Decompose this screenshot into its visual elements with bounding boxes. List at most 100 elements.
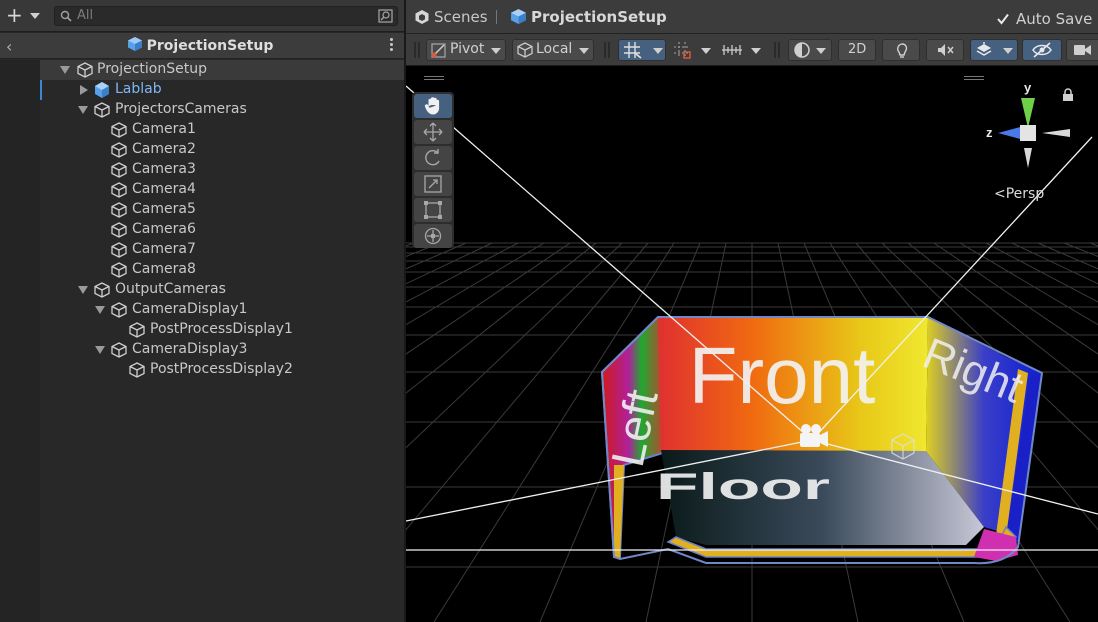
audio-toggle[interactable]	[926, 39, 964, 61]
move-arrows-icon	[423, 122, 443, 142]
tree-item-label: Camera5	[132, 201, 196, 217]
toolbar-grip[interactable]	[414, 42, 420, 58]
tree-item-camera3[interactable]: Camera3	[40, 160, 404, 180]
tree-item-label: Camera3	[132, 161, 196, 177]
layers-effects-icon	[976, 42, 992, 56]
chevron-down-icon	[1003, 48, 1013, 54]
toolbar-grip[interactable]	[774, 42, 780, 58]
local-space-icon	[517, 42, 533, 58]
tree-item-camera4[interactable]: Camera4	[40, 180, 404, 200]
neg-y-axis-cone[interactable]	[1024, 148, 1032, 168]
tools-overlay-handle[interactable]	[424, 76, 444, 80]
pivot-label: Pivot	[450, 41, 485, 57]
tree-item-cameradisplay3[interactable]: CameraDisplay3	[40, 340, 404, 360]
hierarchy-search-input[interactable]: All	[54, 6, 398, 26]
rotate-icon	[425, 149, 440, 166]
tree-item-lablab[interactable]: Lablab	[40, 80, 404, 100]
more-options-icon[interactable]	[390, 38, 394, 53]
gameobject-icon	[94, 282, 110, 298]
increment-snap-toggle[interactable]	[670, 39, 714, 61]
orientation-gizmo[interactable]: y z	[984, 78, 1094, 178]
expand-arrow-icon[interactable]	[80, 85, 88, 95]
tree-item-label: Lablab	[115, 81, 162, 97]
tree-item-postprocessdisplay1[interactable]: PostProcessDisplay1	[40, 320, 404, 340]
ruler-toggle[interactable]	[718, 39, 764, 61]
gameobject-icon	[111, 202, 127, 218]
z-axis-label: z	[986, 125, 993, 140]
search-icon	[60, 10, 72, 22]
unity-scene-icon	[415, 10, 429, 24]
tab-projectionsetup[interactable]: ProjectionSetup	[510, 8, 667, 26]
gameobject-icon	[129, 362, 145, 378]
rotate-tool-button[interactable]	[414, 146, 452, 170]
scene-tab-bar: Scenes ProjectionSetup Auto Save	[406, 0, 1098, 34]
gizmo-center-cube[interactable]	[1020, 125, 1036, 141]
scale-icon	[424, 175, 442, 193]
prefab-cube-icon	[95, 82, 109, 98]
local-dropdown[interactable]: Local	[512, 39, 594, 61]
camera-settings-dropdown[interactable]	[1066, 39, 1098, 61]
tree-item-camera7[interactable]: Camera7	[40, 240, 404, 260]
tree-item-label: Camera7	[132, 241, 196, 257]
tree-item-cameradisplay1[interactable]: CameraDisplay1	[40, 300, 404, 320]
move-tool-button[interactable]	[414, 120, 452, 144]
search-by-type-icon[interactable]	[378, 9, 394, 23]
shading-mode-dropdown[interactable]	[788, 39, 832, 61]
tree-item-camera6[interactable]: Camera6	[40, 220, 404, 240]
view-tool-button[interactable]	[414, 94, 452, 118]
local-label: Local	[536, 41, 573, 57]
auto-save-label: Auto Save	[1016, 10, 1093, 28]
gameobject-icon	[111, 182, 127, 198]
tree-item-postprocessdisplay2[interactable]: PostProcessDisplay2	[40, 360, 404, 380]
expand-arrow-icon[interactable]	[60, 66, 70, 74]
floor-text: Floor	[656, 465, 830, 507]
gameobject-icon	[94, 102, 110, 118]
tab-scenes[interactable]: Scenes	[414, 8, 488, 26]
scene-toolbar: Pivot Local 2D	[406, 34, 1098, 66]
tree-item-projectorscameras[interactable]: ProjectorsCameras	[40, 100, 404, 120]
tree-item-camera2[interactable]: Camera2	[40, 140, 404, 160]
grid-snap-icon	[624, 42, 642, 59]
auto-save-checkbox[interactable]	[996, 12, 1010, 26]
tab-label: ProjectionSetup	[531, 8, 667, 26]
expand-arrow-icon[interactable]	[78, 286, 88, 294]
scale-tool-button[interactable]	[414, 172, 452, 196]
pivot-dropdown[interactable]: Pivot	[426, 39, 506, 61]
tree-item-label: Camera1	[132, 121, 196, 137]
tree-item-camera5[interactable]: Camera5	[40, 200, 404, 220]
add-object-button[interactable]: +	[6, 5, 42, 26]
y-axis-cone[interactable]	[1021, 98, 1035, 128]
gameobject-icon	[129, 322, 145, 338]
auto-save-toggle[interactable]: Auto Save	[996, 10, 1092, 28]
expand-arrow-icon[interactable]	[95, 346, 105, 354]
chevron-down-icon	[816, 48, 826, 54]
expand-arrow-icon[interactable]	[95, 306, 105, 314]
tree-item-label: Camera2	[132, 141, 196, 157]
effects-dropdown[interactable]	[970, 39, 1018, 61]
tree-item-camera8[interactable]: Camera8	[40, 260, 404, 280]
tree-item-projectionsetup[interactable]: ProjectionSetup	[40, 60, 404, 80]
shaded-sphere-icon	[794, 42, 810, 58]
tools-overlay	[412, 92, 454, 248]
tree-item-label: Camera6	[132, 221, 196, 237]
rect-tool-button[interactable]	[414, 198, 452, 222]
tree-item-label: ProjectorsCameras	[115, 101, 247, 117]
tree-item-camera1[interactable]: Camera1	[40, 120, 404, 140]
toggle-2d-button[interactable]: 2D	[838, 39, 876, 61]
lock-icon[interactable]	[1062, 88, 1074, 102]
transform-tool-button[interactable]	[414, 224, 452, 248]
neg-x-axis-cone[interactable]	[1042, 129, 1070, 137]
hierarchy-gutter	[0, 60, 42, 622]
tree-item-label: PostProcessDisplay2	[150, 361, 293, 377]
tab-label: Scenes	[434, 8, 488, 26]
transform-icon	[424, 227, 442, 245]
lighting-toggle[interactable]	[882, 39, 920, 61]
grid-snapping-toggle[interactable]	[618, 39, 666, 61]
projection-toggle[interactable]: <Persp	[994, 186, 1044, 202]
toolbar-grip[interactable]	[604, 42, 610, 58]
orientation-overlay-handle[interactable]	[964, 76, 984, 80]
visibility-toggle[interactable]	[1022, 39, 1062, 61]
toggle-2d-label: 2D	[848, 42, 867, 57]
expand-arrow-icon[interactable]	[78, 106, 88, 114]
tree-item-outputcameras[interactable]: OutputCameras	[40, 280, 404, 300]
